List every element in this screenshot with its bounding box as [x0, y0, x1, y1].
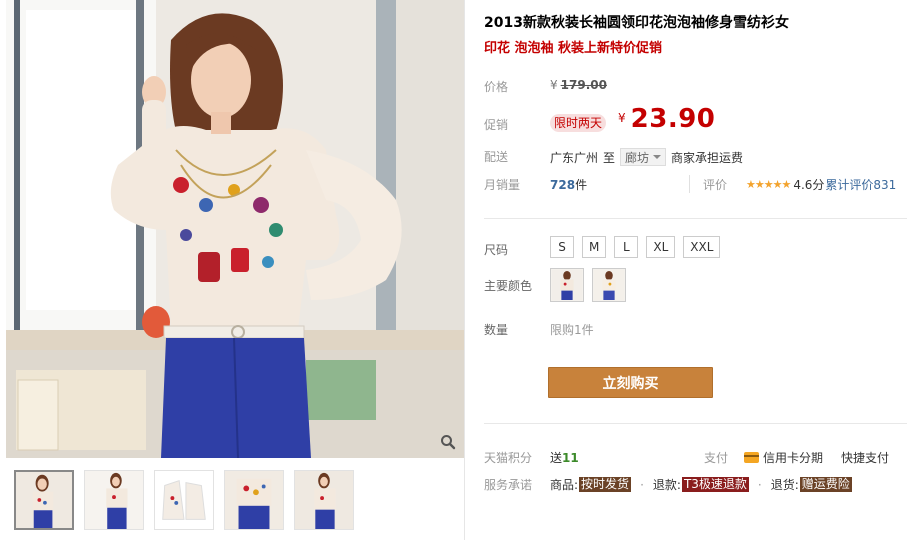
- star-rating-icon: ★★★★★: [746, 178, 791, 191]
- separator: ·: [757, 477, 762, 492]
- size-option-xl[interactable]: XL: [646, 236, 676, 258]
- thumbnail-1[interactable]: [14, 470, 74, 530]
- product-subtitle: 印花 泡泡袖 秋装上新特价促销: [484, 41, 663, 56]
- credit-installment-label: 信用卡分期: [763, 451, 824, 465]
- return-label: 退货:: [770, 478, 799, 492]
- sales-unit: 件: [575, 178, 588, 192]
- points-prefix: 送: [550, 451, 563, 465]
- monthly-sales: 728件: [550, 176, 587, 193]
- product-title: 2013新款秋装长袖圆领印花泡泡袖修身雪纺衫女: [484, 15, 789, 31]
- points-label: 天猫积分: [484, 451, 533, 465]
- color-options: [550, 268, 626, 302]
- divider: [689, 175, 690, 193]
- separator: ·: [640, 477, 644, 492]
- payment-label: 支付: [704, 451, 729, 465]
- refund-label: 退款:: [652, 478, 681, 492]
- rating-label: 评价: [703, 178, 728, 192]
- size-option-l[interactable]: L: [614, 236, 639, 258]
- service-label: 服务承诺: [484, 478, 533, 492]
- promo-label: 促销: [484, 118, 509, 132]
- buy-now-button[interactable]: 立刻购买: [548, 367, 713, 398]
- destination-value: 廊坊: [625, 150, 650, 165]
- review-count-link[interactable]: 累计评价831: [825, 176, 896, 193]
- quantity-limit: 限购1件: [550, 323, 594, 337]
- thumbnail-strip: [14, 470, 354, 530]
- product-info-panel: 2013新款秋装长袖圆领印花泡泡袖修身雪纺衫女 印花 泡泡袖 秋装上新特价促销 …: [484, 0, 907, 540]
- promo-price: ¥23.90: [618, 104, 715, 134]
- shipping-origin: 广东广州: [550, 150, 599, 165]
- gallery-divider: [464, 0, 465, 540]
- model-photo-illustration: [6, 0, 464, 458]
- currency-symbol: ¥: [550, 78, 558, 92]
- thumbnail-3[interactable]: [154, 470, 214, 530]
- thumbnail-4[interactable]: [224, 470, 284, 530]
- quantity-label: 数量: [484, 323, 509, 337]
- promo-currency-symbol: ¥: [618, 111, 626, 125]
- destination-dropdown[interactable]: 廊坊: [620, 148, 667, 166]
- size-label: 尺码: [484, 243, 509, 257]
- price-label: 价格: [484, 80, 509, 94]
- points-value: 11: [562, 451, 579, 465]
- size-option-xxl[interactable]: XXL: [683, 236, 721, 258]
- original-price: ¥179.00: [550, 78, 607, 92]
- credit-installment[interactable]: 信用卡分期: [744, 449, 823, 466]
- color-label: 主要颜色: [484, 279, 533, 293]
- fast-pay[interactable]: 快捷支付: [841, 449, 889, 466]
- main-product-photo[interactable]: [6, 0, 464, 458]
- shipping-note: 商家承担运费: [671, 150, 744, 165]
- chevron-down-icon: [653, 155, 662, 159]
- original-price-value: 179.00: [560, 78, 607, 92]
- magnifier-icon[interactable]: [438, 432, 458, 452]
- promo-price-value: 23.90: [630, 104, 716, 134]
- size-options: S M L XL XXL: [550, 236, 721, 258]
- credit-card-icon: [744, 452, 759, 463]
- shipping-info: 广东广州 至 廊坊 商家承担运费: [550, 148, 743, 166]
- sales-count: 728: [550, 178, 576, 192]
- divider: [484, 423, 907, 424]
- thumbnail-2[interactable]: [84, 470, 144, 530]
- sales-label: 月销量: [484, 178, 521, 192]
- tmall-points: 送11: [550, 449, 579, 466]
- size-option-s[interactable]: S: [550, 236, 574, 258]
- rating[interactable]: ★★★★★ 4.6分 累计评价831: [746, 176, 896, 193]
- divider: [484, 218, 907, 219]
- fast-refund-badge[interactable]: T3极速退款: [681, 477, 749, 492]
- on-time-delivery-badge[interactable]: 按时发货: [579, 477, 632, 492]
- color-swatch-2[interactable]: [592, 268, 626, 302]
- shipping-to: 至: [603, 150, 616, 165]
- size-option-m[interactable]: M: [582, 236, 607, 258]
- shipping-label: 配送: [484, 150, 509, 164]
- rating-score: 4.6分: [793, 178, 825, 192]
- thumbnail-5[interactable]: [294, 470, 354, 530]
- service-promises: 商品: 按时发货 · 退款: T3极速退款 · 退货: 赠运费险: [550, 476, 852, 493]
- return-insurance-badge[interactable]: 赠运费险: [799, 477, 852, 492]
- goods-label: 商品:: [550, 478, 579, 492]
- color-swatch-1[interactable]: [550, 268, 584, 302]
- promo-badge: 限时两天: [550, 114, 607, 132]
